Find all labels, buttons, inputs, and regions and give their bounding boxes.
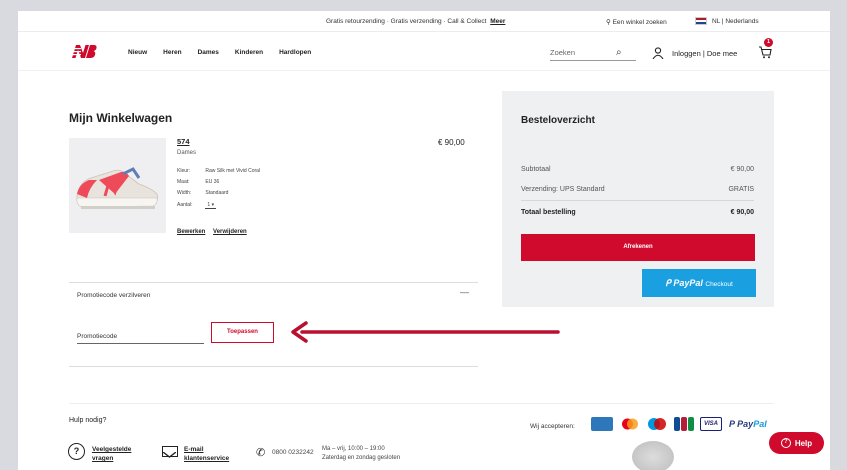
help-icon: ? [780, 438, 791, 448]
quantity-select[interactable]: 1 ▾ [205, 202, 217, 209]
qty-value: 1 [207, 202, 211, 208]
cart-count-badge: 1 [764, 38, 773, 47]
product-gender: Dames [177, 150, 197, 156]
paypal-icon: ᑭ [665, 278, 671, 288]
main-nav: Nieuw Heren Dames Kinderen Hardlopen [128, 49, 311, 56]
divider [69, 282, 478, 283]
page: Gratis retourzending · Gratis verzending… [18, 11, 830, 470]
qty-label: Aantal: [177, 202, 193, 208]
help-button[interactable]: ? Help [769, 432, 824, 454]
paypal-logo-icon: P PayPal [729, 419, 767, 429]
attr-width: Width: Standaard [177, 190, 228, 196]
attr-quantity: Aantal: 1 ▾ [177, 202, 217, 209]
total-row: Totaal bestelling € 90,00 [521, 209, 754, 216]
attr-size: Maat: EU 36 [177, 179, 219, 185]
language-label: NL | Nederlands [712, 17, 759, 25]
remove-link[interactable]: Verwijderen [213, 229, 247, 235]
hours-line-2: Zaterdag en zondag gesloten [322, 455, 401, 461]
store-finder-link[interactable]: ⚲ Een winkel zoeken [606, 18, 667, 26]
attr-value: Raw Silk met Vivid Coral [205, 168, 261, 174]
chevron-down-icon: ▾ [211, 202, 215, 208]
paypal-checkout-label: Checkout [705, 281, 733, 288]
nav-item-heren[interactable]: Heren [163, 49, 181, 56]
paypal-checkout-button[interactable]: ᑭ PayPal Checkout [642, 269, 756, 297]
email-label-2: klantenservice [184, 455, 230, 462]
mastercard-icon [622, 418, 638, 430]
accept-label: Wij accepteren: [530, 423, 575, 430]
nav-item-nieuw[interactable]: Nieuw [128, 49, 147, 56]
question-icon: ? [68, 443, 85, 460]
edit-link[interactable]: Bewerken [177, 229, 205, 235]
help-label: Help [794, 438, 813, 448]
paypal-label: PayPal [673, 278, 703, 288]
hours-line-1: Ma – vrij, 10:00 – 19:00 [322, 446, 385, 452]
nav-item-dames[interactable]: Dames [198, 49, 219, 56]
shoe-image [76, 167, 158, 209]
mail-icon [162, 446, 178, 458]
product-price: € 90,00 [438, 138, 465, 147]
order-summary: Besteloverzicht Subtotaal € 90,00 Verzen… [502, 91, 774, 307]
nav-item-hardlopen[interactable]: Hardlopen [279, 49, 311, 56]
total-label: Totaal bestelling [521, 209, 576, 216]
summary-divider [521, 200, 754, 201]
product-name-link[interactable]: 574 [177, 137, 190, 146]
announcement-bar: Gratis retourzending · Gratis verzending… [18, 11, 830, 32]
shipping-row: Verzending: UPS Standard GRATIS [521, 186, 754, 193]
user-icon[interactable] [652, 47, 664, 59]
faq-label-1: Veelgestelde [92, 446, 132, 453]
cart-title: Mijn Winkelwagen [69, 111, 173, 125]
apply-promo-button[interactable]: Toepassen [211, 322, 274, 343]
promo-code-input[interactable]: Promotiecode [77, 327, 204, 344]
jcb-icon [674, 417, 694, 431]
total-value: € 90,00 [730, 209, 754, 216]
attr-label: Width: [177, 190, 192, 196]
search-input[interactable]: Zoeken [550, 46, 636, 61]
attr-value: EU 36 [205, 179, 220, 185]
trust-seal-icon [632, 441, 674, 470]
subtotal-row: Subtotaal € 90,00 [521, 166, 754, 173]
faq-link[interactable]: Veelgestelde vragen [92, 445, 131, 463]
nl-flag-icon [695, 17, 707, 25]
collapse-icon[interactable]: — [460, 287, 469, 297]
promo-text: Gratis retourzending · Gratis verzending… [326, 18, 487, 25]
promo-more-link[interactable]: Meer [490, 18, 505, 25]
attr-label: Kleur: [177, 168, 191, 174]
email-support-link[interactable]: E-mail klantenservice [184, 445, 229, 463]
summary-title: Besteloverzicht [521, 115, 595, 126]
opening-hours: Ma – vrij, 10:00 – 19:00 Zaterdag en zon… [322, 445, 400, 463]
divider [69, 366, 478, 367]
phone-icon: ✆ [256, 447, 266, 459]
maestro-icon [648, 418, 666, 430]
promo-banner: Gratis retourzending · Gratis verzending… [326, 18, 505, 25]
search-icon[interactable]: ⌕ [616, 47, 622, 58]
shipping-label: Verzending: UPS Standard [521, 186, 605, 193]
footer-divider [69, 403, 774, 404]
faq-label-2: vragen [92, 455, 114, 462]
login-link[interactable]: Inloggen | Doe mee [672, 49, 737, 58]
attr-color: Kleur: Raw Silk met Vivid Coral [177, 168, 260, 174]
annotation-arrow [291, 321, 560, 343]
subtotal-value: € 90,00 [730, 166, 754, 173]
item-actions: Bewerken Verwijderen [177, 229, 253, 235]
location-icon: ⚲ [606, 19, 611, 26]
cart-icon[interactable] [758, 45, 772, 59]
nb-logo[interactable] [70, 44, 97, 59]
nav-item-kinderen[interactable]: Kinderen [235, 49, 263, 56]
shipping-value: GRATIS [728, 186, 754, 193]
email-label-1: E-mail [184, 446, 204, 453]
help-title: Hulp nodig? [69, 417, 107, 424]
store-finder-label: Een winkel zoeken [612, 19, 667, 26]
product-image[interactable] [69, 138, 166, 233]
attr-label: Maat: [177, 179, 190, 185]
amex-icon [591, 417, 613, 431]
subtotal-label: Subtotaal [521, 166, 551, 173]
attr-value: Standaard [205, 190, 229, 196]
phone-number[interactable]: 0800 0232242 [272, 449, 314, 456]
checkout-button[interactable]: Afrekenen [521, 234, 755, 261]
visa-icon: VISA [700, 417, 722, 431]
promo-section-toggle[interactable]: Promotiecode verzilveren [77, 292, 150, 299]
main-header: Nieuw Heren Dames Kinderen Hardlopen Zoe… [18, 33, 830, 71]
language-selector[interactable]: NL | Nederlands [695, 17, 759, 25]
